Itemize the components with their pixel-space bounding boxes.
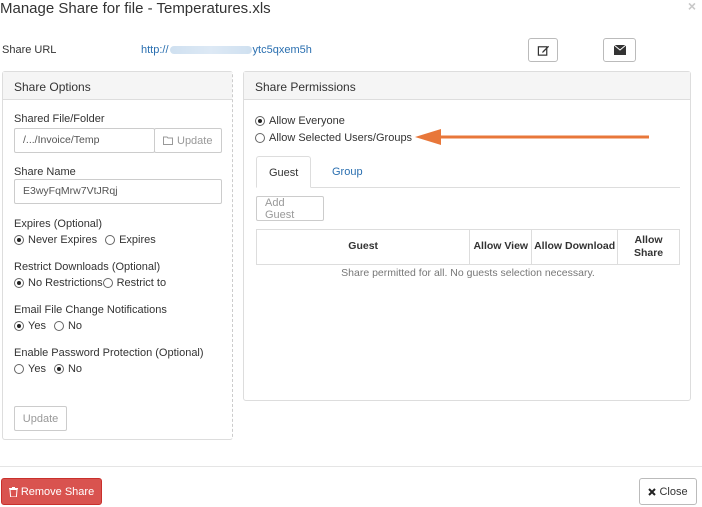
share-url-label: Share URL xyxy=(2,44,57,56)
email-share-button[interactable] xyxy=(603,38,636,62)
close-button[interactable]: Close xyxy=(639,478,697,505)
email-no-option[interactable]: No xyxy=(53,320,83,332)
share-permissions-heading: Share Permissions xyxy=(244,72,690,100)
radio-checked-icon xyxy=(14,278,24,288)
close-label: Close xyxy=(659,485,688,498)
redacted-url-segment xyxy=(169,46,252,55)
radio-unchecked-icon xyxy=(105,235,116,245)
expires-label-option: Expires xyxy=(119,234,156,246)
share-name-label: Share Name xyxy=(14,166,76,178)
dialog-close-icon[interactable]: × xyxy=(688,0,696,14)
password-radio-group: Yes No xyxy=(14,363,90,375)
folder-open-icon xyxy=(163,136,173,145)
password-yes-label: Yes xyxy=(28,363,46,375)
allow-everyone-option[interactable]: Allow Everyone xyxy=(255,115,345,127)
allow-everyone-label: Allow Everyone xyxy=(269,115,345,127)
update-path-label: Update xyxy=(177,134,213,147)
annotation-arrow-icon xyxy=(415,129,649,145)
email-radio-group: Yes No xyxy=(14,320,90,332)
shared-file-input[interactable]: /.../Invoice/Temp xyxy=(14,128,155,153)
email-yes-label: Yes xyxy=(28,320,46,332)
share-permissions-panel: Share Permissions Allow Everyone Allow S… xyxy=(243,71,691,401)
shared-file-label: Shared File/Folder xyxy=(14,113,105,125)
allow-selected-option[interactable]: Allow Selected Users/Groups xyxy=(255,132,412,144)
restrict-to-option[interactable]: Restrict to xyxy=(102,277,167,289)
email-no-label: No xyxy=(67,320,83,332)
share-name-input[interactable]: E3wyFqMrw7VtJRqj xyxy=(14,179,222,204)
close-x-icon xyxy=(648,487,657,496)
radio-checked-icon xyxy=(14,321,24,331)
share-url-end: ytc5qxem5h xyxy=(252,44,312,56)
radio-unchecked-icon xyxy=(255,133,265,143)
radio-checked-icon xyxy=(14,235,24,245)
dialog-title: Manage Share for file - Temperatures.xls xyxy=(0,0,271,17)
permission-tabs: Guest Group xyxy=(256,156,680,188)
restrict-to-label: Restrict to xyxy=(116,277,167,289)
envelope-icon xyxy=(613,45,626,55)
expires-label: Expires (Optional) xyxy=(14,218,103,230)
empty-guests-message: Share permitted for all. No guests selec… xyxy=(341,267,595,279)
password-yes-option[interactable]: Yes xyxy=(14,363,46,375)
no-restrictions-option[interactable]: No Restrictions xyxy=(14,277,103,289)
radio-unchecked-icon xyxy=(102,278,113,288)
email-yes-option[interactable]: Yes xyxy=(14,320,46,332)
add-guest-button[interactable]: Add Guest xyxy=(256,196,324,221)
password-label: Enable Password Protection (Optional) xyxy=(14,347,204,359)
share-url-start: http:// xyxy=(141,44,169,56)
add-guest-label: Add Guest xyxy=(265,196,295,221)
column-header-allow-share: Allow Share xyxy=(617,229,680,265)
restrict-label: Restrict Downloads (Optional) xyxy=(14,261,161,273)
expires-radio-group: Never Expires Expires xyxy=(14,234,164,246)
radio-checked-icon xyxy=(255,116,265,126)
allow-selected-label: Allow Selected Users/Groups xyxy=(269,132,413,144)
restrict-radio-group: No Restrictions Restrict to xyxy=(14,277,174,289)
column-header-allow-view: Allow View xyxy=(469,229,533,265)
radio-unchecked-icon xyxy=(53,321,64,331)
trash-icon xyxy=(8,486,18,497)
update-share-button[interactable]: Update xyxy=(14,406,67,431)
never-expires-label: Never Expires xyxy=(28,234,98,246)
share-options-heading: Share Options xyxy=(3,72,232,100)
share-url-link[interactable]: http:// ytc5qxem5h xyxy=(141,44,312,56)
radio-unchecked-icon xyxy=(14,364,24,374)
tab-guest[interactable]: Guest xyxy=(256,156,312,188)
edit-share-button[interactable] xyxy=(528,38,558,62)
column-header-guest: Guest xyxy=(255,229,471,265)
password-no-option[interactable]: No xyxy=(53,363,83,375)
update-path-button[interactable]: Update xyxy=(154,128,222,153)
remove-share-button[interactable]: Remove Share xyxy=(1,478,102,505)
radio-checked-icon xyxy=(53,364,64,374)
never-expires-option[interactable]: Never Expires xyxy=(14,234,97,246)
tab-group[interactable]: Group xyxy=(320,156,375,188)
footer-divider xyxy=(0,466,702,467)
share-options-panel: Share Options Shared File/Folder /.../In… xyxy=(2,71,233,440)
email-notify-label: Email File Change Notifications xyxy=(14,304,167,316)
column-header-allow-download: Allow Download xyxy=(531,229,619,265)
expires-option[interactable]: Expires xyxy=(105,234,156,246)
update-share-label: Update xyxy=(22,412,59,425)
edit-icon xyxy=(537,45,549,56)
remove-share-label: Remove Share xyxy=(20,485,95,498)
guest-permissions-table: Guest Allow View Allow Download Allow Sh… xyxy=(255,229,680,265)
password-no-label: No xyxy=(67,363,83,375)
no-restrictions-label: No Restrictions xyxy=(28,277,103,289)
